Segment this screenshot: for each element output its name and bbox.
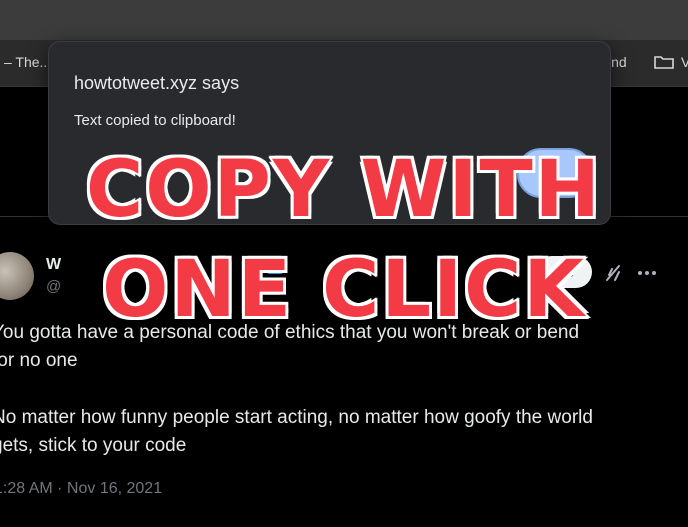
bookmark-folder-label[interactable]: V [681, 54, 688, 70]
dialog-message: Text copied to clipboard! [74, 112, 236, 129]
folder-icon[interactable] [654, 55, 674, 69]
browser-tabstrip [0, 0, 688, 40]
tweet-text-line: for no one [0, 350, 78, 371]
tweet-text-line: gets, stick to your code [0, 435, 187, 456]
dialog-title: howtotweet.xyz says [74, 73, 240, 93]
overlay-headline-line2: ONE CLICK [100, 243, 586, 337]
tweet-timestamp[interactable]: 1:28 AM · Nov 16, 2021 [0, 480, 162, 498]
overlay-headline-line1: COPY WITH [84, 143, 602, 237]
bookmark-item-left[interactable]: – The... [4, 54, 51, 70]
tweet-text-line: No matter how funny people start acting,… [0, 407, 593, 428]
